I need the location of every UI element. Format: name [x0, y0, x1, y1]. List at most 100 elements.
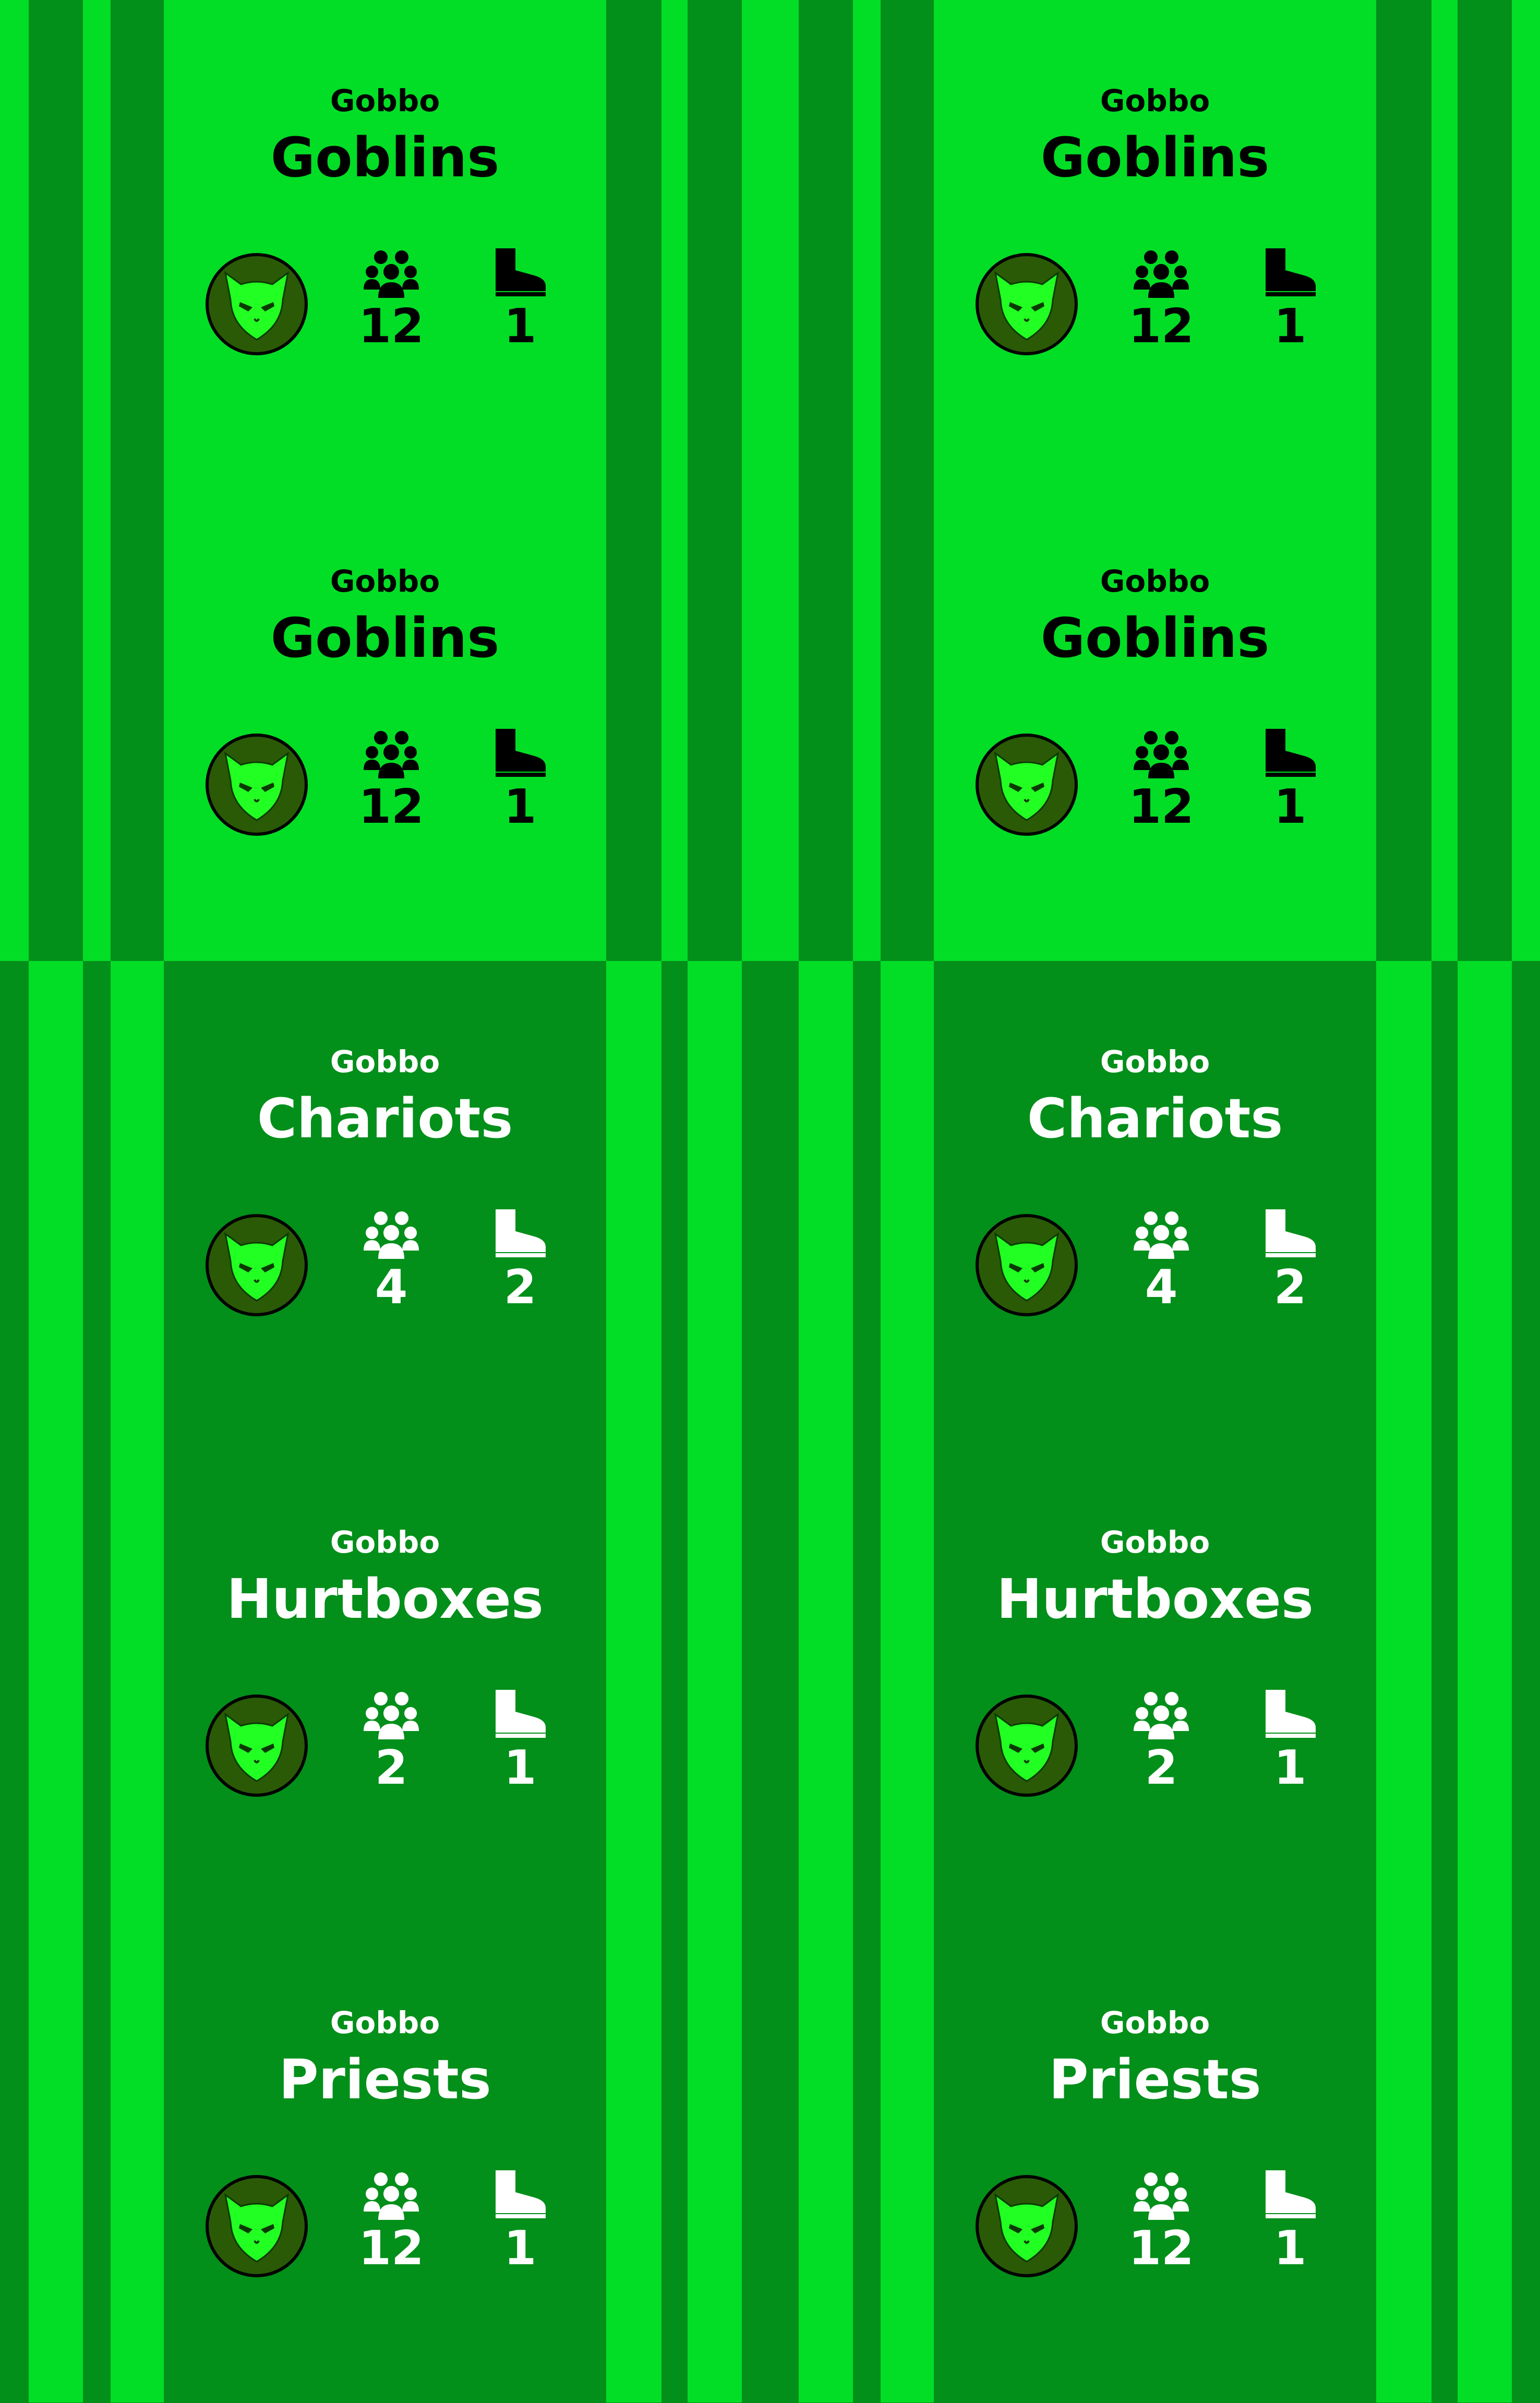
- card-stripe: [0, 961, 29, 1441]
- card-stripe: [1376, 961, 1431, 1441]
- card-stripe: [29, 1922, 83, 2402]
- card-stripe: [0, 0, 29, 480]
- card-stripe: [770, 961, 799, 1441]
- movement-value: 2: [503, 1260, 537, 1315]
- card-panel: [164, 480, 606, 961]
- movement-value: 1: [503, 299, 537, 354]
- boot-icon: [1261, 726, 1319, 778]
- card-title: Chariots: [1027, 1087, 1283, 1150]
- unit-count-value: 4: [375, 1260, 408, 1315]
- goblin-head-icon: [974, 2174, 1079, 2278]
- card-stripe: [881, 0, 934, 480]
- unit-card: Gobbo Chariots 4 2: [0, 961, 770, 1441]
- card-subtitle: Gobbo: [1100, 563, 1210, 599]
- unit-count-value: 12: [1128, 779, 1194, 834]
- card-subtitle: Gobbo: [1100, 1044, 1210, 1079]
- movement-value: 1: [1273, 299, 1307, 354]
- goblin-head-icon: [974, 252, 1079, 356]
- card-stripe: [83, 0, 111, 480]
- card-stripe: [1376, 1441, 1431, 1922]
- card-stripe: [1512, 961, 1540, 1441]
- card-stripe: [1431, 1441, 1458, 1922]
- card-title: Goblins: [270, 126, 500, 189]
- card-stripe: [111, 1441, 164, 1922]
- card-title: Goblins: [1040, 606, 1270, 670]
- unit-card: Gobbo Goblins 12 1: [0, 0, 770, 480]
- boot-icon: [491, 1687, 549, 1739]
- goblin-head-icon: [204, 1213, 309, 1317]
- card-subtitle: Gobbo: [330, 1044, 440, 1079]
- card-stripe: [1458, 480, 1512, 961]
- card-stripe: [881, 1922, 934, 2402]
- group-icon: [363, 728, 420, 780]
- card-stripe: [688, 1922, 742, 2402]
- card-subtitle: Gobbo: [330, 2005, 440, 2040]
- card-title: Priests: [279, 2048, 491, 2111]
- card-stripe: [111, 961, 164, 1441]
- card-stripe: [29, 480, 83, 961]
- card-stripe: [853, 961, 881, 1441]
- card-stripe: [83, 1441, 111, 1922]
- card-stripe: [661, 1441, 688, 1922]
- movement-value: 1: [503, 2221, 537, 2276]
- movement-value: 1: [1273, 779, 1307, 834]
- group-icon: [363, 1689, 420, 1741]
- card-title: Priests: [1049, 2048, 1261, 2111]
- card-stripe: [83, 961, 111, 1441]
- card-stripe: [881, 480, 934, 961]
- card-stripe: [881, 961, 934, 1441]
- group-icon: [1133, 248, 1190, 300]
- card-stripe: [742, 480, 770, 961]
- goblin-head-icon: [974, 1213, 1079, 1317]
- card-stripe: [606, 1441, 661, 1922]
- card-stripe: [742, 961, 770, 1441]
- card-title: Goblins: [270, 606, 500, 670]
- card-stripe: [770, 480, 799, 961]
- card-stripe: [1376, 0, 1431, 480]
- card-panel: [934, 961, 1376, 1441]
- card-stripe: [742, 1922, 770, 2402]
- card-title: Goblins: [1040, 126, 1270, 189]
- card-stripe: [1512, 0, 1540, 480]
- card-stripe: [770, 0, 799, 480]
- card-stripe: [606, 1922, 661, 2402]
- card-stripe: [1431, 961, 1458, 1441]
- unit-count-value: 12: [1128, 2221, 1194, 2276]
- card-stripe: [688, 961, 742, 1441]
- unit-card: Gobbo Goblins 12 1: [770, 0, 1540, 480]
- movement-value: 1: [1273, 1740, 1307, 1795]
- goblin-head-icon: [204, 732, 309, 837]
- card-stripe: [661, 961, 688, 1441]
- card-stripe: [799, 1922, 853, 2402]
- goblin-head-icon: [204, 1693, 309, 1798]
- card-stripe: [799, 961, 853, 1441]
- card-stripe: [1458, 961, 1512, 1441]
- card-stripe: [853, 0, 881, 480]
- movement-value: 1: [1273, 2221, 1307, 2276]
- card-stripe: [742, 1441, 770, 1922]
- unit-count-value: 12: [358, 779, 424, 834]
- card-panel: [164, 0, 606, 480]
- card-title: Hurtboxes: [996, 1567, 1314, 1631]
- card-subtitle: Gobbo: [1100, 83, 1210, 118]
- card-stripe: [1431, 1922, 1458, 2402]
- card-stripe: [0, 480, 29, 961]
- card-stripe: [799, 480, 853, 961]
- card-stripe: [29, 1441, 83, 1922]
- card-stripe: [661, 1922, 688, 2402]
- unit-card: Gobbo Goblins 12 1: [0, 480, 770, 961]
- card-stripe: [853, 1922, 881, 2402]
- card-panel: [934, 1922, 1376, 2402]
- card-stripe: [661, 480, 688, 961]
- unit-count-value: 2: [375, 1740, 408, 1795]
- card-stripe: [1512, 1441, 1540, 1922]
- card-stripe: [1512, 1922, 1540, 2402]
- group-icon: [363, 1209, 420, 1261]
- card-title: Chariots: [257, 1087, 513, 1150]
- card-panel: [164, 1441, 606, 1922]
- unit-count-value: 2: [1145, 1740, 1178, 1795]
- card-panel: [934, 480, 1376, 961]
- card-stripe: [29, 961, 83, 1441]
- card-stripe: [1458, 0, 1512, 480]
- card-stripe: [799, 0, 853, 480]
